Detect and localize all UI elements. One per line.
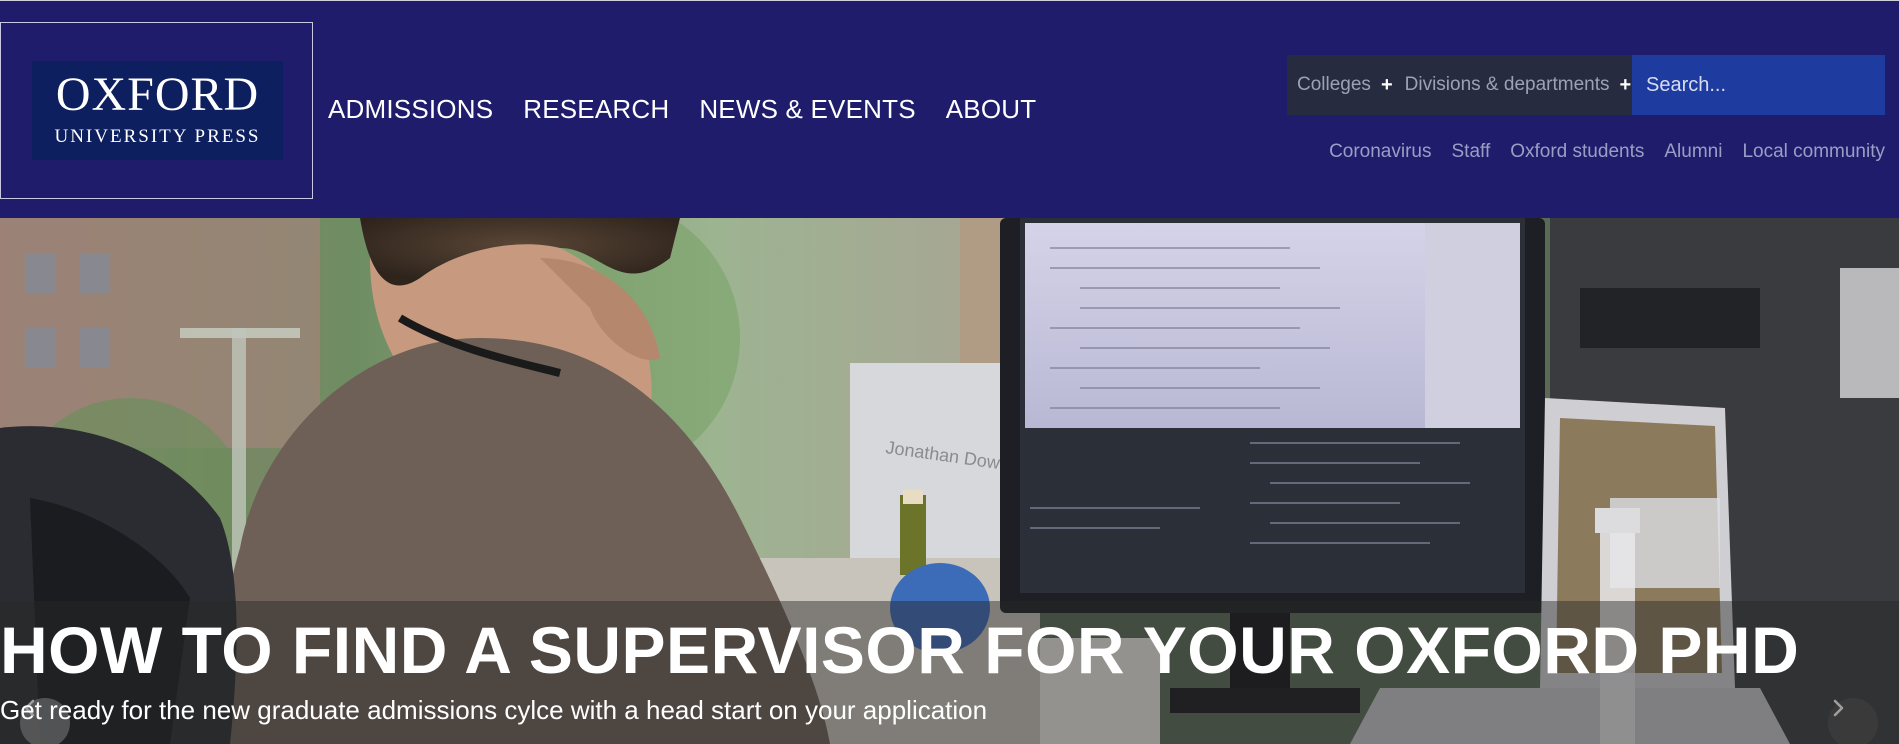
colleges-dropdown[interactable]: Colleges + [1287,55,1393,115]
logo-main-text: OXFORD [55,68,260,121]
hero-title[interactable]: HOW TO FIND A SUPERVISOR FOR YOUR OXFORD… [0,614,1799,686]
search-input[interactable] [1632,55,1885,115]
site-header: OXFORD UNIVERSITY PRESS ADMISSIONS RESEA… [0,0,1899,218]
nav-news-events[interactable]: NEWS & EVENTS [699,93,915,125]
plus-icon: + [1380,73,1393,96]
quick-links: Coronavirus Staff Oxford students Alumni… [1329,141,1885,163]
divisions-label: Divisions & departments [1404,74,1610,95]
hero-subtitle: Get ready for the new graduate admission… [0,695,988,725]
logo-sub-text: UNIVERSITY PRESS [54,126,261,147]
utility-bar: Colleges + Divisions & departments + [1287,55,1885,115]
plus-icon: + [1619,73,1632,96]
link-local-community[interactable]: Local community [1742,141,1885,163]
search-box [1632,55,1885,115]
oxford-logo: OXFORD UNIVERSITY PRESS [32,61,283,160]
link-coronavirus[interactable]: Coronavirus [1329,141,1431,163]
link-oxford-students[interactable]: Oxford students [1510,141,1644,163]
nav-admissions[interactable]: ADMISSIONS [328,93,493,125]
divisions-dropdown[interactable]: Divisions & departments + [1393,55,1638,115]
main-nav: ADMISSIONS RESEARCH NEWS & EVENTS ABOUT [328,93,1036,125]
logo-link[interactable]: OXFORD UNIVERSITY PRESS [0,22,313,199]
link-alumni[interactable]: Alumni [1664,141,1722,163]
nav-about[interactable]: ABOUT [946,93,1037,125]
nav-research[interactable]: RESEARCH [523,93,669,125]
link-staff[interactable]: Staff [1452,141,1491,163]
colleges-label: Colleges [1297,74,1371,95]
